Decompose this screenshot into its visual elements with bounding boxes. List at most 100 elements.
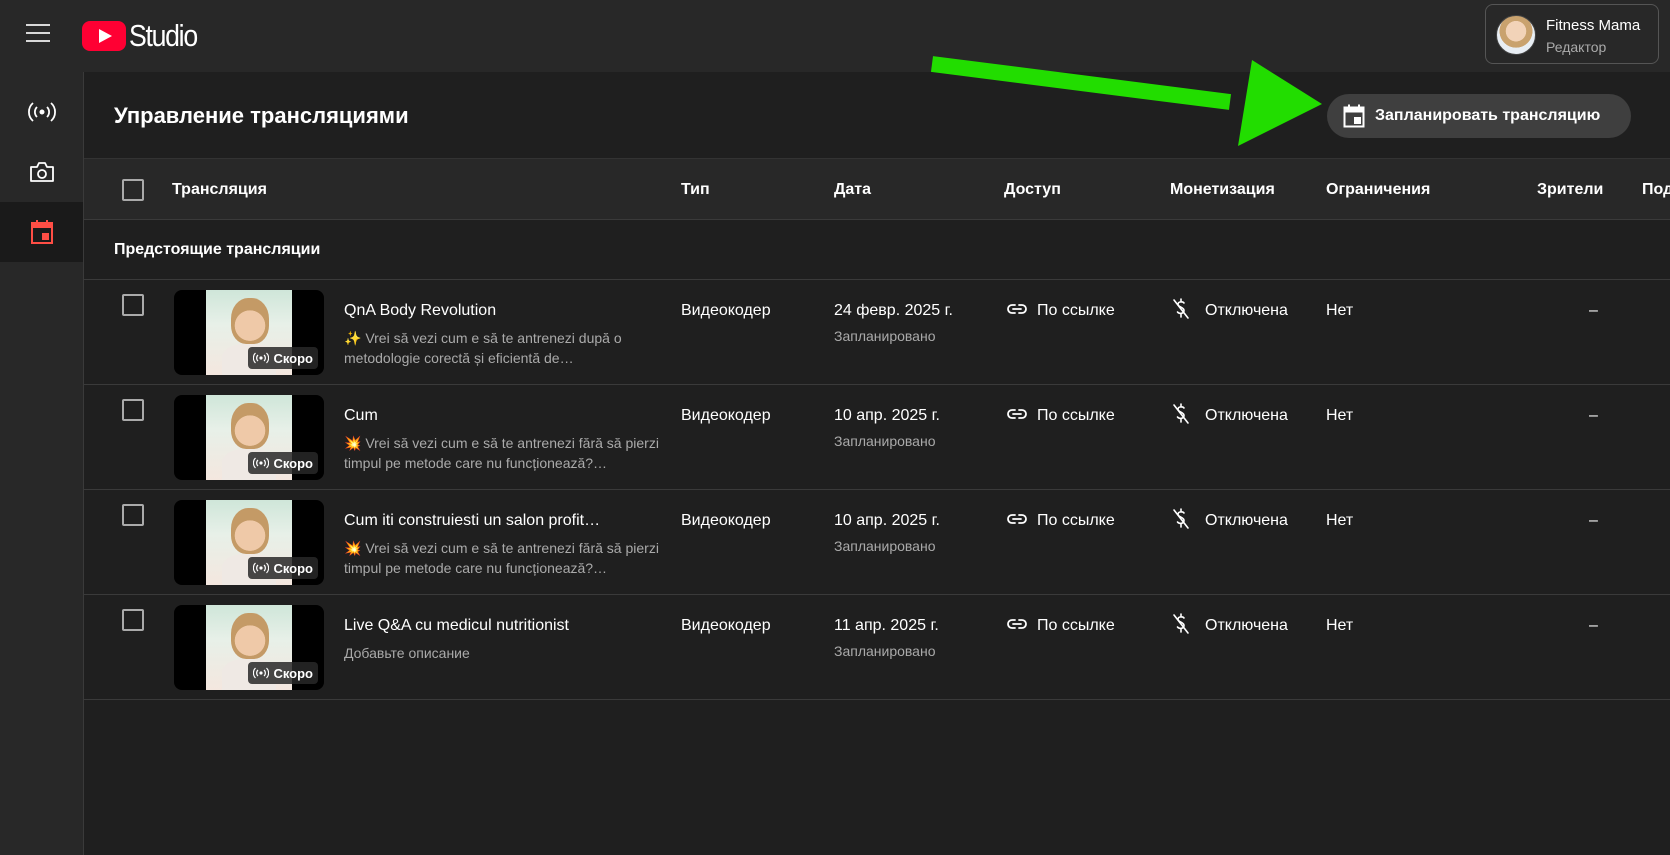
video-thumbnail[interactable]: Скоро <box>174 290 324 375</box>
live-broadcast-icon <box>253 667 270 679</box>
link-icon <box>1007 619 1027 629</box>
section-title: Предстоящие трансляции <box>114 241 321 258</box>
camera-icon <box>29 162 54 182</box>
avatar <box>1496 15 1536 55</box>
restrictions-value: Нет <box>1326 617 1354 634</box>
select-all-checkbox[interactable] <box>122 179 144 201</box>
badge-label: Скоро <box>273 560 313 576</box>
stream-status: Запланировано <box>834 328 936 344</box>
link-icon <box>1007 514 1027 524</box>
video-description: 💥 Vrei să vezi cum e să te antrenezi făr… <box>344 540 659 576</box>
stream-type: Видеокодер <box>681 407 771 424</box>
table-header: Трансляция Тип Дата Доступ Монетизация О… <box>84 158 1670 220</box>
sidebar-item-live[interactable] <box>0 82 83 142</box>
video-title[interactable]: QnA Body Revolution <box>344 302 496 320</box>
access-value[interactable]: По ссылке <box>1037 407 1115 425</box>
restrictions-value: Нет <box>1326 302 1354 319</box>
live-broadcast-icon <box>253 457 270 469</box>
column-header-stream[interactable]: Трансляция <box>172 181 267 199</box>
column-header-date[interactable]: Дата <box>834 181 871 199</box>
viewers-value: – <box>1589 302 1598 319</box>
video-description: ✨ Vrei să vezi cum e să te antrenezi dup… <box>344 330 622 366</box>
column-header-restrictions[interactable]: Ограничения <box>1326 181 1430 199</box>
top-bar: Studio Fitness Mama Редактор <box>0 0 1670 72</box>
restrictions-value: Нет <box>1326 407 1354 424</box>
column-header-viewers[interactable]: Зрители <box>1537 181 1603 199</box>
viewers-value: – <box>1589 407 1598 424</box>
upcoming-badge: Скоро <box>248 452 318 474</box>
access-value[interactable]: По ссылке <box>1037 512 1115 530</box>
monetization-value: Отключена <box>1205 407 1288 424</box>
video-thumbnail[interactable]: Скоро <box>174 395 324 480</box>
access-value[interactable]: По ссылке <box>1037 302 1115 320</box>
stream-date: 11 апр. 2025 г. <box>834 617 939 634</box>
youtube-studio-logo[interactable]: Studio <box>82 18 208 54</box>
stream-status: Запланировано <box>834 643 936 659</box>
monetization-value: Отключена <box>1205 302 1288 319</box>
stream-date: 10 апр. 2025 г. <box>834 512 940 529</box>
dollar-off-icon <box>1173 613 1189 634</box>
column-header-type[interactable]: Тип <box>681 181 710 199</box>
viewers-value: – <box>1589 512 1598 529</box>
table-row[interactable]: Скоро QnA Body Revolution ✨ Vrei să vezi… <box>84 280 1670 385</box>
monetization-value: Отключена <box>1205 617 1288 634</box>
account-name: Fitness Mama <box>1546 17 1641 34</box>
monetization-value: Отключена <box>1205 512 1288 529</box>
column-header-truncated[interactable]: Под <box>1642 181 1670 199</box>
dollar-off-icon <box>1173 298 1189 319</box>
video-title[interactable]: Cum <box>344 407 378 425</box>
stream-date: 10 апр. 2025 г. <box>834 407 940 424</box>
dollar-off-icon <box>1173 403 1189 424</box>
annotation-arrow-icon <box>930 56 1322 146</box>
youtube-play-icon <box>82 21 126 51</box>
upcoming-badge: Скоро <box>248 347 318 369</box>
calendar-icon <box>30 220 53 244</box>
live-broadcast-icon <box>253 352 270 364</box>
stream-date: 24 февр. 2025 г. <box>834 302 953 319</box>
restrictions-value: Нет <box>1326 512 1354 529</box>
upcoming-badge: Скоро <box>248 662 318 684</box>
video-description: Добавьте описание <box>344 645 470 661</box>
sidebar <box>0 72 84 855</box>
table-row[interactable]: Скоро Cum 💥 Vrei să vezi cum e să te ant… <box>84 385 1670 490</box>
stream-type: Видеокодер <box>681 512 771 529</box>
badge-label: Скоро <box>273 350 313 366</box>
badge-label: Скоро <box>273 455 313 471</box>
row-checkbox[interactable] <box>122 399 144 421</box>
logo-text: Studio <box>129 18 198 53</box>
row-checkbox[interactable] <box>122 294 144 316</box>
video-thumbnail[interactable]: Скоро <box>174 605 324 690</box>
page-title: Управление трансляциями <box>114 103 409 128</box>
row-checkbox[interactable] <box>122 609 144 631</box>
stream-type: Видеокодер <box>681 617 771 634</box>
live-broadcast-icon <box>253 562 270 574</box>
table-row[interactable]: Скоро Cum iti construiesti un salon prof… <box>84 490 1670 595</box>
link-icon <box>1007 304 1027 314</box>
hamburger-menu-icon[interactable] <box>26 24 50 44</box>
account-role: Редактор <box>1546 39 1607 55</box>
link-icon <box>1007 409 1027 419</box>
column-header-monetization[interactable]: Монетизация <box>1170 181 1275 199</box>
video-description: 💥 Vrei să vezi cum e să te antrenezi făr… <box>344 435 659 471</box>
sidebar-item-webcam[interactable] <box>0 142 83 202</box>
stream-status: Запланировано <box>834 433 936 449</box>
access-value[interactable]: По ссылке <box>1037 617 1115 635</box>
live-broadcast-icon <box>27 102 56 122</box>
row-checkbox[interactable] <box>122 504 144 526</box>
video-title[interactable]: Cum iti construiesti un salon profit… <box>344 512 600 530</box>
column-header-access[interactable]: Доступ <box>1004 181 1061 199</box>
badge-label: Скоро <box>273 665 313 681</box>
upcoming-badge: Скоро <box>248 557 318 579</box>
schedule-stream-label: Запланировать трансляцию <box>1375 107 1601 124</box>
video-title[interactable]: Live Q&A cu medicul nutritionist <box>344 617 569 635</box>
sidebar-item-manage[interactable] <box>0 202 83 262</box>
stream-type: Видеокодер <box>681 302 771 319</box>
schedule-stream-button[interactable]: Запланировать трансляцию <box>1327 94 1631 138</box>
viewers-value: – <box>1589 617 1598 634</box>
account-switcher[interactable]: Fitness Mama Редактор <box>1485 4 1659 64</box>
table-row[interactable]: Скоро Live Q&A cu medicul nutritionist Д… <box>84 595 1670 700</box>
video-thumbnail[interactable]: Скоро <box>174 500 324 585</box>
dollar-off-icon <box>1173 508 1189 529</box>
stream-status: Запланировано <box>834 538 936 554</box>
calendar-icon <box>1343 104 1365 128</box>
